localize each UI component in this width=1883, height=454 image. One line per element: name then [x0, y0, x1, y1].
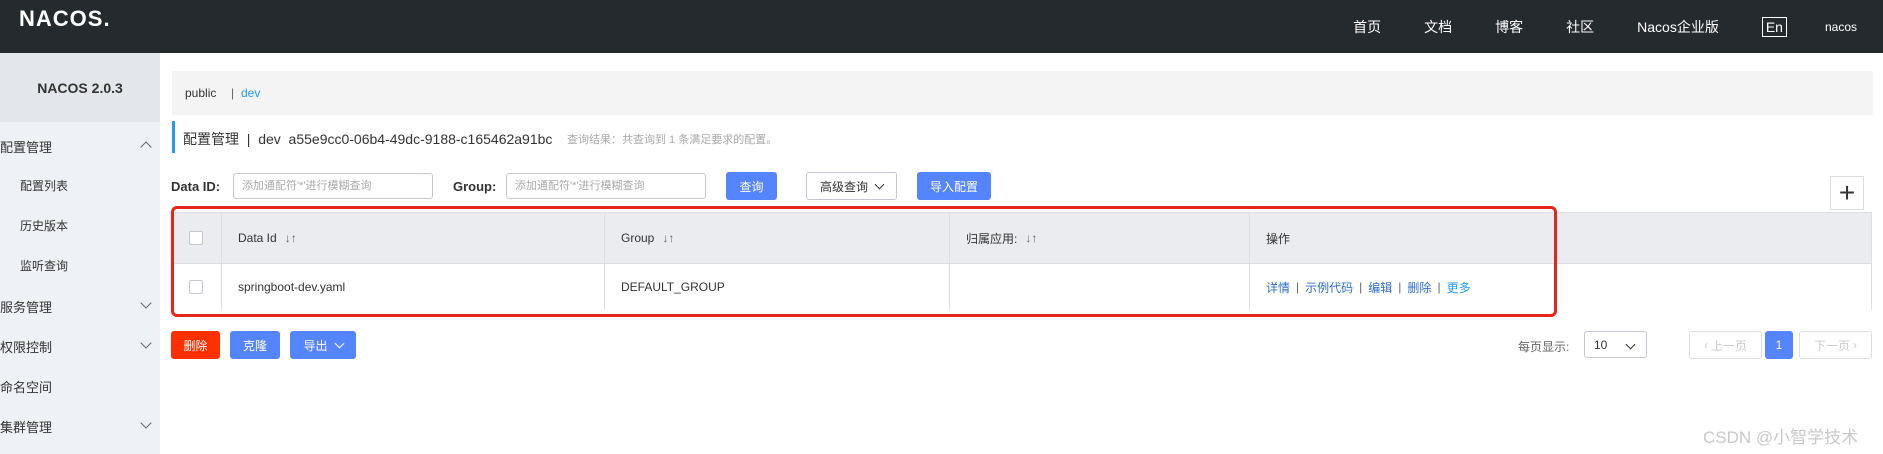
chevron-down-icon [1625, 339, 1636, 350]
sort-icon[interactable]: ↓↑ [285, 231, 297, 245]
sidebar-item-label: 命名空间 [0, 380, 53, 395]
advanced-query-button[interactable]: 高级查询 [806, 172, 897, 200]
nav-blog[interactable]: 博客 [1495, 17, 1523, 37]
clone-label: 克隆 [242, 338, 267, 353]
sidebar-item-permission[interactable]: 权限控制 [0, 337, 160, 357]
header-label: Group [621, 231, 655, 245]
cell-data-id: springboot-dev.yaml [221, 264, 604, 310]
config-table: Data Id ↓↑ Group ↓↑ 归属应用: ↓↑ 操作 springbo… [172, 212, 1872, 310]
language-switch[interactable]: En [1761, 16, 1787, 37]
namespace-separator: | [231, 86, 235, 100]
advanced-query-label: 高级查询 [819, 179, 868, 194]
namespace-dev[interactable]: dev [241, 86, 260, 100]
per-page-value: 10 [1594, 337, 1608, 352]
nav-enterprise[interactable]: Nacos企业版 [1637, 17, 1719, 37]
version-label: NACOS 2.0.3 [0, 53, 160, 122]
sidebar-item-namespace[interactable]: 命名空间 [0, 377, 160, 397]
op-detail-link[interactable]: 详情 [1266, 279, 1290, 296]
row-checkbox-cell [173, 264, 221, 310]
nacos-logo[interactable]: NACOS. [19, 6, 111, 32]
row-checkbox[interactable] [189, 280, 203, 294]
sidebar-item-cluster[interactable]: 集群管理 [0, 417, 160, 437]
sort-icon[interactable]: ↓↑ [662, 231, 674, 245]
current-page[interactable]: 1 [1765, 331, 1793, 359]
clone-button[interactable]: 克隆 [230, 331, 280, 359]
watermark: CSDN @小智学技术 [1703, 428, 1859, 447]
per-page-select[interactable]: 10 [1584, 331, 1647, 358]
header-label: 归属应用: [966, 231, 1018, 246]
chevron-down-icon [140, 417, 152, 429]
top-navbar: NACOS. 首页 文档 博客 社区 Nacos企业版 En nacos [0, 0, 1883, 53]
export-label: 导出 [303, 338, 328, 353]
query-result-text: 查询结果：共查询到 1 条满足要求的配置。 [567, 134, 778, 146]
batch-delete-label: 删除 [183, 338, 208, 353]
prev-page-button[interactable]: ‹ 上一页 [1689, 331, 1762, 359]
sidebar-item-listener[interactable]: 监听查询 [20, 257, 68, 274]
user-menu[interactable]: nacos [1825, 20, 1857, 34]
sort-icon[interactable]: ↓↑ [1025, 231, 1037, 245]
page-title: 配置管理 | dev a55e9cc0-06b4-49dc-9188-c1654… [183, 131, 553, 147]
namespace-bar: public | dev [172, 71, 1873, 115]
header-label: Data Id [238, 231, 277, 245]
plus-icon: + [1838, 177, 1856, 208]
op-delete-link[interactable]: 删除 [1407, 279, 1431, 296]
query-button-label: 查询 [739, 179, 764, 194]
header-operations: 操作 [1249, 213, 1871, 263]
chevron-left-icon: ‹ [1703, 338, 1708, 352]
group-input[interactable] [506, 173, 706, 199]
sidebar-item-label: 权限控制 [0, 340, 53, 355]
namespace-public[interactable]: public [185, 86, 216, 100]
chevron-up-icon [140, 141, 152, 153]
dataid-input[interactable] [233, 173, 433, 199]
table-row: springboot-dev.yaml DEFAULT_GROUP 详情 | 示例… [173, 263, 1871, 310]
import-config-button[interactable]: 导入配置 [917, 172, 991, 200]
sidebar-item-label: 集群管理 [0, 420, 53, 435]
export-button[interactable]: 导出 [290, 331, 356, 359]
header-checkbox-cell [173, 213, 221, 263]
nav-community[interactable]: 社区 [1566, 17, 1594, 37]
nav-docs[interactable]: 文档 [1424, 17, 1452, 37]
op-edit-link[interactable]: 编辑 [1368, 279, 1392, 296]
sidebar-item-label: 服务管理 [0, 300, 53, 315]
next-page-label: 下一页 [1813, 338, 1850, 353]
sidebar-item-config-mgmt[interactable]: 配置管理 [0, 137, 160, 157]
chevron-right-icon: › [1853, 338, 1857, 352]
group-label: Group: [453, 179, 497, 194]
cell-group: DEFAULT_GROUP [604, 264, 949, 310]
import-config-label: 导入配置 [929, 179, 978, 194]
next-page-button[interactable]: 下一页 › [1799, 331, 1872, 359]
chevron-down-icon [140, 337, 152, 349]
op-more-link[interactable]: 更多 [1447, 279, 1471, 296]
add-config-button[interactable]: + [1830, 176, 1864, 210]
table-header: Data Id ↓↑ Group ↓↑ 归属应用: ↓↑ 操作 [173, 213, 1871, 263]
chevron-down-icon [334, 338, 344, 348]
prev-page-label: 上一页 [1710, 338, 1747, 353]
batch-delete-button[interactable]: 删除 [171, 331, 220, 359]
sidebar: NACOS 2.0.3 配置管理 配置列表 历史版本 监听查询 服务管理 权限控… [0, 53, 160, 454]
sidebar-item-label: 配置管理 [0, 140, 53, 155]
sidebar-item-service-mgmt[interactable]: 服务管理 [0, 297, 160, 317]
nav-home[interactable]: 首页 [1353, 17, 1381, 37]
select-all-checkbox[interactable] [189, 231, 203, 245]
top-nav-links: 首页 文档 博客 社区 Nacos企业版 En nacos [1353, 0, 1883, 53]
header-label: 操作 [1266, 231, 1291, 246]
header-app[interactable]: 归属应用: ↓↑ [949, 213, 1249, 263]
header-group[interactable]: Group ↓↑ [604, 213, 949, 263]
per-page-label: 每页显示: [1518, 340, 1570, 354]
title-accent [172, 121, 175, 153]
chevron-down-icon [874, 179, 885, 189]
chevron-down-icon [140, 297, 152, 309]
sidebar-item-history[interactable]: 历史版本 [20, 217, 68, 234]
query-button[interactable]: 查询 [726, 172, 777, 200]
cell-app [949, 264, 1249, 310]
header-data-id[interactable]: Data Id ↓↑ [221, 213, 604, 263]
op-sample-code-link[interactable]: 示例代码 [1305, 279, 1353, 296]
dataid-label: Data ID: [171, 179, 221, 194]
sidebar-item-config-list[interactable]: 配置列表 [20, 177, 68, 194]
cell-operations: 详情 | 示例代码 | 编辑 | 删除 | 更多 [1249, 264, 1871, 310]
